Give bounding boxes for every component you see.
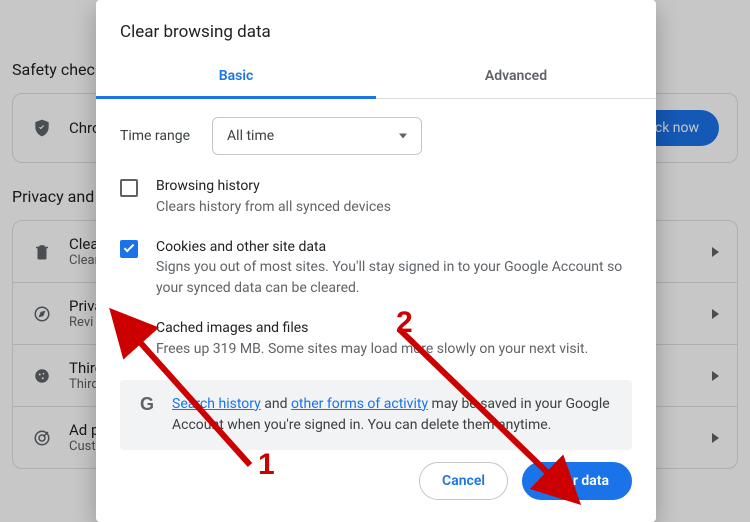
option-browsing-history: Browsing history Clears history from all… — [120, 177, 632, 218]
time-range-row: Time range All time — [120, 117, 632, 155]
tab-advanced[interactable]: Advanced — [376, 56, 656, 98]
option-cached: Cached images and files Frees up 319 MB.… — [120, 319, 632, 360]
tab-basic[interactable]: Basic — [96, 56, 376, 99]
checkbox-cached[interactable] — [120, 321, 138, 339]
checkbox-cookies[interactable] — [120, 240, 138, 258]
google-icon: G — [136, 394, 158, 416]
option-desc: Signs you out of most sites. You'll stay… — [156, 257, 632, 299]
time-range-select[interactable]: All time — [212, 117, 422, 155]
dialog-tabs: Basic Advanced — [96, 56, 656, 99]
clear-browsing-data-dialog: Clear browsing data Basic Advanced Time … — [96, 0, 656, 522]
cancel-button[interactable]: Cancel — [419, 462, 508, 500]
checkbox-browsing-history[interactable] — [120, 179, 138, 197]
option-desc: Frees up 319 MB. Some sites may load mor… — [156, 339, 588, 360]
option-desc: Clears history from all synced devices — [156, 197, 391, 218]
google-info-box: G Search history and other forms of acti… — [120, 380, 632, 450]
option-title: Browsing history — [156, 177, 391, 197]
dialog-footer: Cancel Clear data — [96, 450, 656, 522]
time-range-label: Time range — [120, 128, 190, 144]
link-search-history[interactable]: Search history — [172, 396, 261, 412]
link-other-activity[interactable]: other forms of activity — [291, 396, 428, 412]
option-cookies: Cookies and other site data Signs you ou… — [120, 238, 632, 300]
info-text: Search history and other forms of activi… — [172, 394, 616, 436]
option-title: Cached images and files — [156, 319, 588, 339]
dialog-title: Clear browsing data — [96, 0, 656, 56]
option-title: Cookies and other site data — [156, 238, 632, 258]
clear-data-button[interactable]: Clear data — [522, 462, 632, 500]
